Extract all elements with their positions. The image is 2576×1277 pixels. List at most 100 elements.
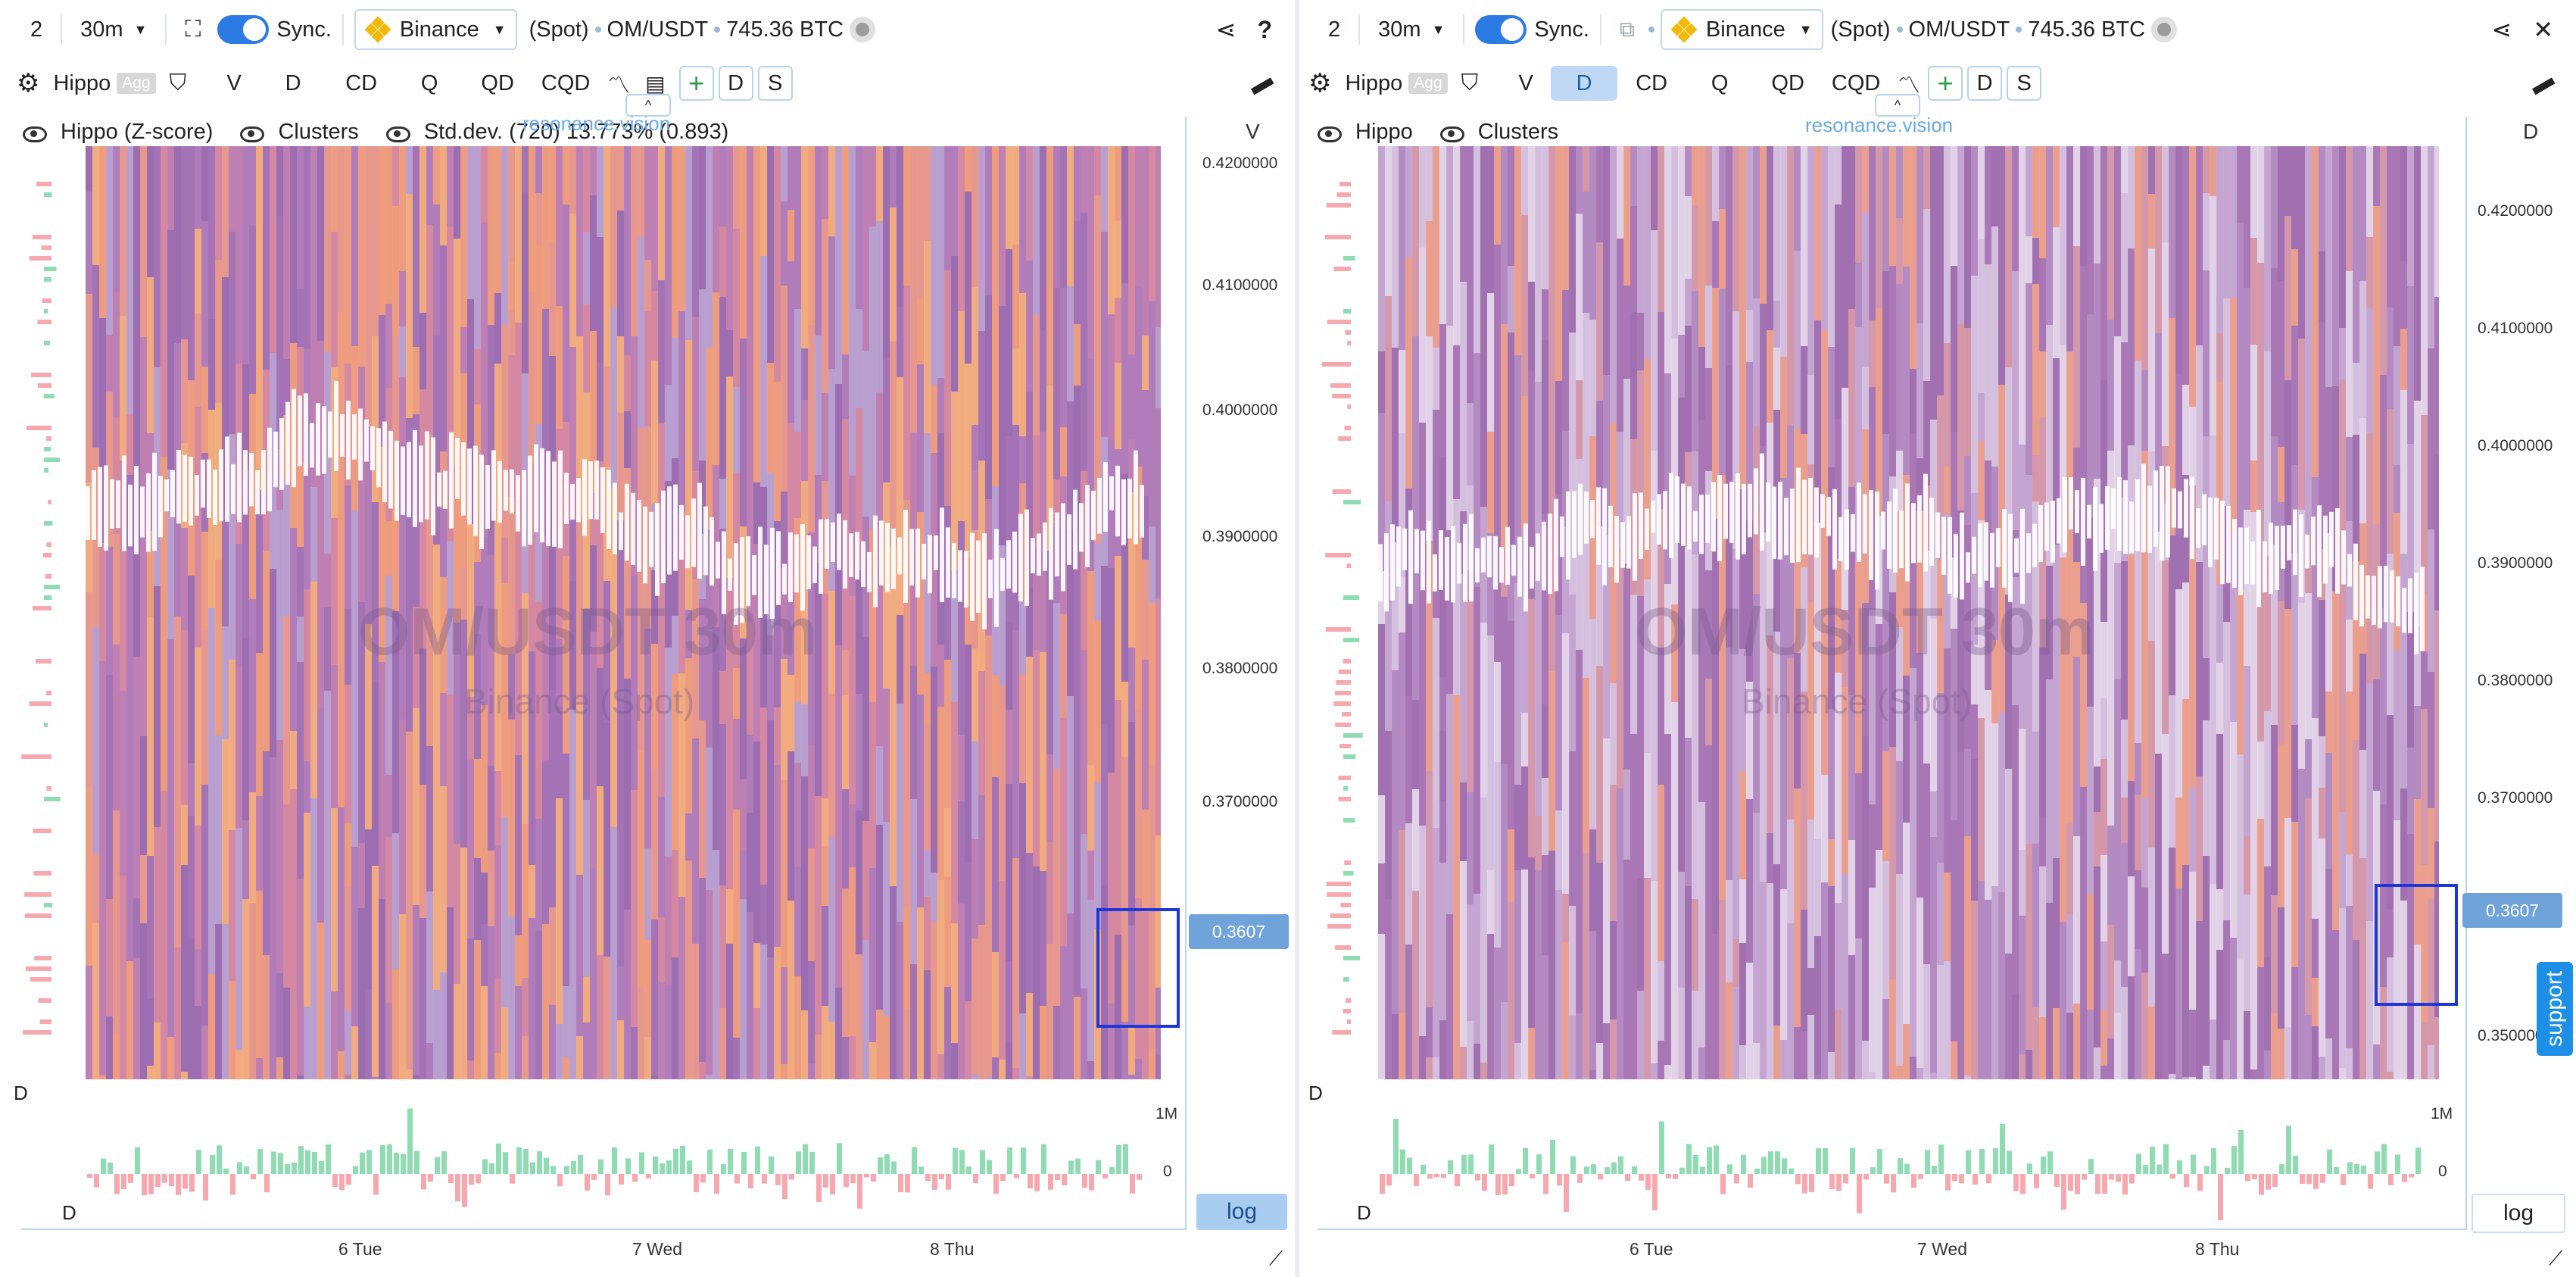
mode-button-cqd[interactable]: CQD (532, 66, 600, 101)
add-indicator-button[interactable]: + (1928, 66, 1963, 101)
collapse-toggle[interactable]: ^ (1875, 94, 1920, 117)
mode-button-qd[interactable]: QD (1754, 66, 1822, 101)
heat-cell (1807, 146, 1815, 375)
heat-cell (2100, 1010, 2108, 1066)
document-icon[interactable]: ▤ (645, 71, 665, 96)
eye-icon[interactable] (240, 125, 265, 142)
eye-icon[interactable] (1439, 125, 1464, 142)
delta-bar-positive (1516, 1169, 1521, 1174)
mode-button-v[interactable]: V (1501, 66, 1551, 101)
ruler-icon[interactable]: ▬ (2526, 67, 2559, 100)
heat-cell (1392, 1014, 1399, 1079)
heat-cell (86, 592, 93, 786)
heat-cell (2291, 146, 2299, 249)
sync-toggle[interactable] (1475, 15, 1527, 44)
resize-handle-icon[interactable]: ⟋ (1269, 1247, 1283, 1271)
resize-handle-icon[interactable]: ⟋ (2549, 1247, 2562, 1271)
add-indicator-button[interactable]: + (678, 66, 714, 101)
linked-layout-icon[interactable]: ⧉ (1612, 12, 1642, 47)
candle-cluster (794, 534, 799, 593)
heat-cell (549, 242, 557, 356)
mode-button-d[interactable]: D (1551, 66, 1618, 101)
heat-cell (1142, 660, 1149, 810)
indicator-name[interactable]: Hippo (53, 71, 111, 96)
settings-icon[interactable]: ⚙ (1308, 68, 1331, 98)
collapse-toggle[interactable]: ^ (625, 94, 671, 117)
share-icon[interactable]: ⋖ (1216, 15, 1237, 44)
mode-button-q[interactable]: Q (1686, 66, 1754, 101)
screenshot-icon[interactable]: ⛶ (177, 12, 208, 47)
candle-cluster (2032, 523, 2037, 567)
heat-cell (188, 938, 195, 1079)
chevron-down-icon: ▼ (1798, 21, 1813, 37)
heat-cell (2032, 1007, 2040, 1079)
sync-toggle[interactable] (217, 15, 270, 44)
mode-button-q[interactable]: Q (395, 66, 463, 101)
heat-cell (1794, 303, 1801, 429)
share-icon[interactable]: ⋖ (2491, 15, 2512, 44)
d-button[interactable]: D (1967, 66, 2003, 101)
heat-cell (2264, 146, 2272, 351)
heat-cell (2353, 146, 2360, 363)
mode-button-v[interactable]: V (209, 66, 259, 101)
indicator-name[interactable]: Hippo (1345, 71, 1402, 96)
exchange-select[interactable]: Binance ▼ (1660, 9, 1823, 50)
heat-cell (2373, 146, 2381, 206)
heat-cell (2019, 916, 2026, 1054)
mode-button-cd[interactable]: CD (327, 66, 395, 101)
heat-cell (2237, 590, 2244, 754)
heat-cell (481, 986, 488, 1079)
heat-cell (1896, 146, 1904, 218)
mode-button-d[interactable]: D (259, 66, 327, 101)
heat-cell (2053, 227, 2060, 358)
ruler-icon[interactable]: ▬ (1245, 67, 1277, 100)
eye-icon[interactable] (23, 125, 47, 142)
heat-cell (1439, 1020, 1447, 1079)
heat-cell (1385, 296, 1392, 501)
d-button[interactable]: D (718, 66, 753, 101)
settings-icon[interactable]: ⚙ (17, 68, 39, 98)
layout-number[interactable]: 2 (23, 12, 50, 47)
eye-icon[interactable] (385, 125, 410, 142)
candle-cluster (1445, 537, 1449, 601)
delta-bar-positive (769, 1156, 774, 1174)
close-icon[interactable]: ✕ (2533, 15, 2553, 44)
timeframe-select[interactable]: 30m ▼ (1371, 12, 1452, 47)
log-scale-button[interactable]: log (1196, 1194, 1287, 1230)
help-icon[interactable]: ? (1257, 16, 1272, 44)
heat-cell (849, 271, 856, 476)
heat-cell (1494, 245, 1502, 477)
pair-name[interactable]: OM/USDT (607, 17, 709, 42)
sync-toggle-group[interactable]: Sync. (1475, 15, 1589, 44)
heat-cell (760, 146, 768, 256)
agg-badge[interactable]: Agg (1408, 73, 1448, 94)
heat-cell (2271, 268, 2278, 436)
heat-cell (2339, 328, 2347, 379)
eye-icon[interactable] (1318, 125, 1342, 142)
mode-button-qd[interactable]: QD (463, 66, 532, 101)
pair-name[interactable]: OM/USDT (1909, 17, 2010, 42)
heat-cell (1542, 340, 1549, 514)
timeframe-select[interactable]: 30m ▼ (73, 12, 154, 47)
profile-bar-buy (1343, 754, 1356, 759)
heatmap-chart[interactable]: OM/USDT 30m Binance (Spot) (1378, 146, 2439, 1079)
heat-cell (1087, 146, 1095, 359)
agg-badge[interactable]: Agg (117, 73, 156, 94)
layout-number[interactable]: 2 (1321, 12, 1348, 47)
heat-cell (2278, 907, 2285, 1029)
delta-bar-positive (1782, 1158, 1787, 1174)
mode-button-cd[interactable]: CD (1617, 66, 1686, 101)
heat-cell (1155, 598, 1161, 835)
filter-icon[interactable]: ⛉ (170, 70, 187, 96)
s-button[interactable]: S (757, 66, 793, 101)
log-scale-button[interactable]: log (2472, 1194, 2565, 1233)
exchange-select[interactable]: Binance ▼ (354, 9, 517, 50)
heat-cell (1135, 1059, 1143, 1079)
s-button[interactable]: S (2007, 66, 2042, 101)
support-button[interactable]: support (2537, 962, 2573, 1056)
filter-icon[interactable]: ⛉ (1461, 70, 1479, 96)
sync-toggle-group[interactable]: Sync. (217, 15, 332, 44)
heat-cell (2121, 720, 2128, 798)
heat-cell (2237, 146, 2244, 223)
heatmap-chart[interactable]: OM/USDT 30m Binance (Spot) (86, 146, 1161, 1079)
